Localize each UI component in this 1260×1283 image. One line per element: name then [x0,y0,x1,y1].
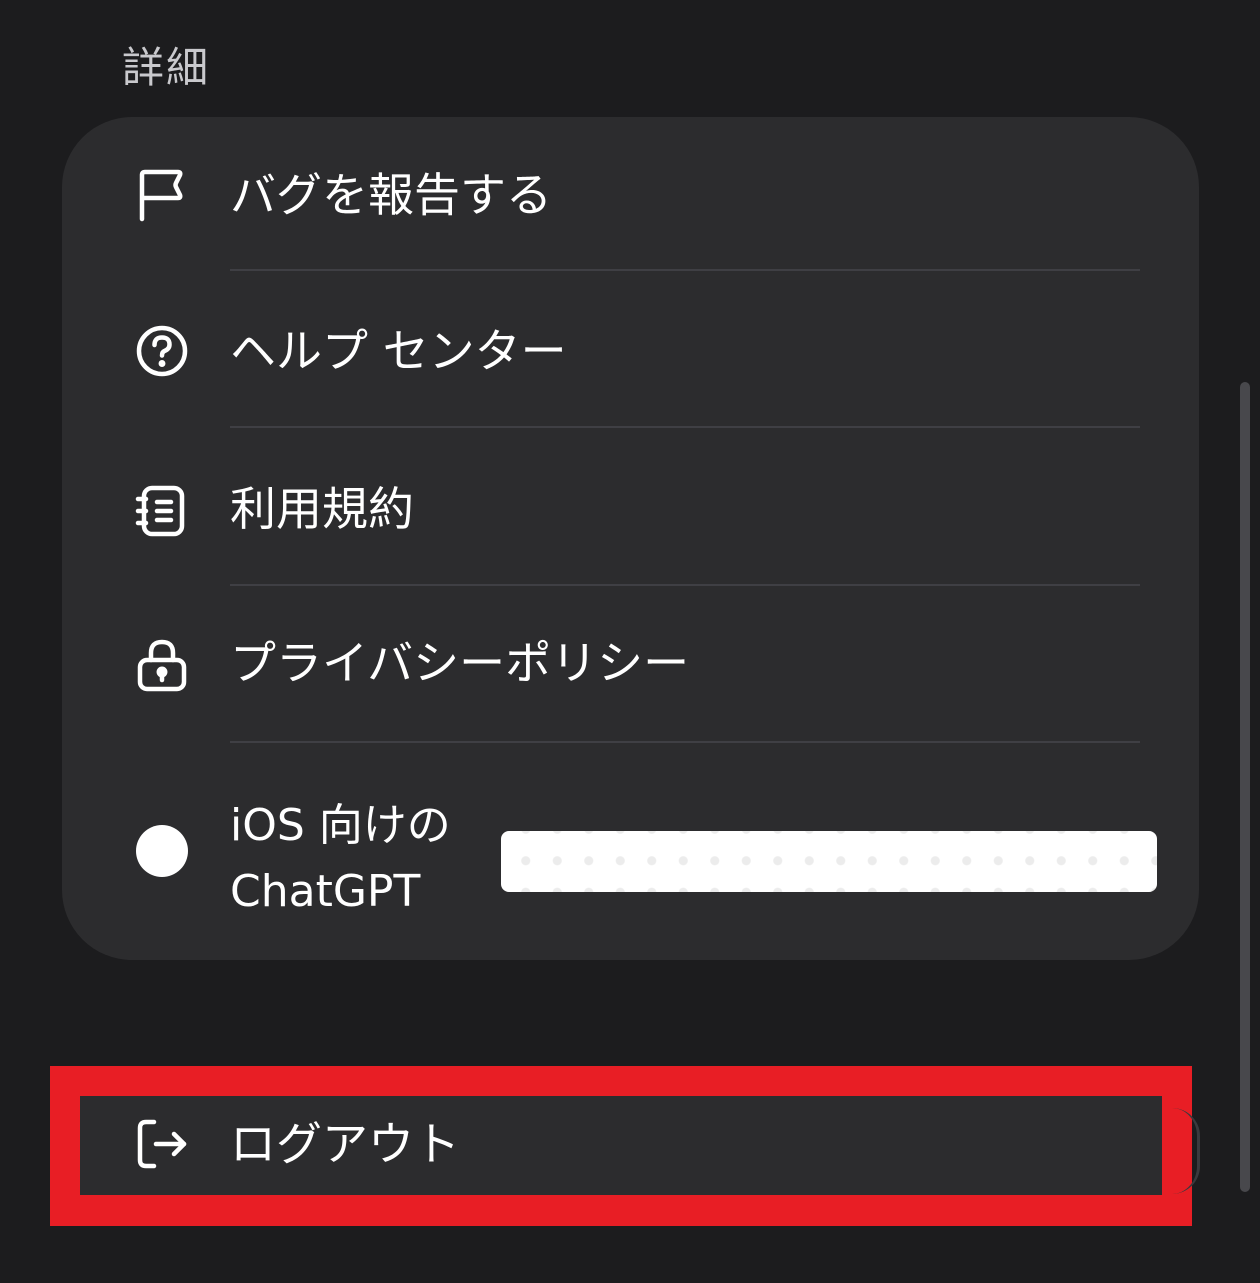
app-version-label-line1: iOS 向けの [230,800,451,851]
logout-label: ログアウト [230,1117,460,1171]
app-version-label: iOS 向けの ChatGPT [230,793,451,925]
flag-icon [134,167,190,223]
notebook-icon [134,483,190,539]
report-bug-row[interactable]: バグを報告する [62,117,1199,273]
section-title: 詳細 [122,43,211,92]
dot-icon [136,825,188,877]
help-center-label: ヘルプ センター [230,324,567,378]
scrollbar[interactable] [1240,382,1250,1192]
terms-label: 利用規約 [230,482,414,536]
logout-arrow-icon [134,1116,190,1172]
question-circle-icon [134,323,190,379]
app-version-row: iOS 向けの ChatGPT [62,743,1199,923]
terms-row[interactable]: 利用規約 [62,429,1199,585]
divider [230,269,1140,271]
lock-icon [134,637,190,693]
privacy-policy-label: プライバシーポリシー [230,636,690,690]
privacy-policy-row[interactable]: プライバシーポリシー [62,585,1199,741]
logout-card-edge [1172,1108,1200,1194]
report-bug-label: バグを報告する [230,168,552,222]
redacted-version-value [501,831,1157,892]
app-version-label-line2: ChatGPT [230,866,421,917]
details-card: バグを報告する ヘルプ センター 利用規約 プライバシーポリシー iOS 向けの… [62,117,1199,960]
divider [230,426,1140,428]
logout-button[interactable]: ログアウト [80,1096,1162,1195]
help-center-row[interactable]: ヘルプ センター [62,273,1199,429]
